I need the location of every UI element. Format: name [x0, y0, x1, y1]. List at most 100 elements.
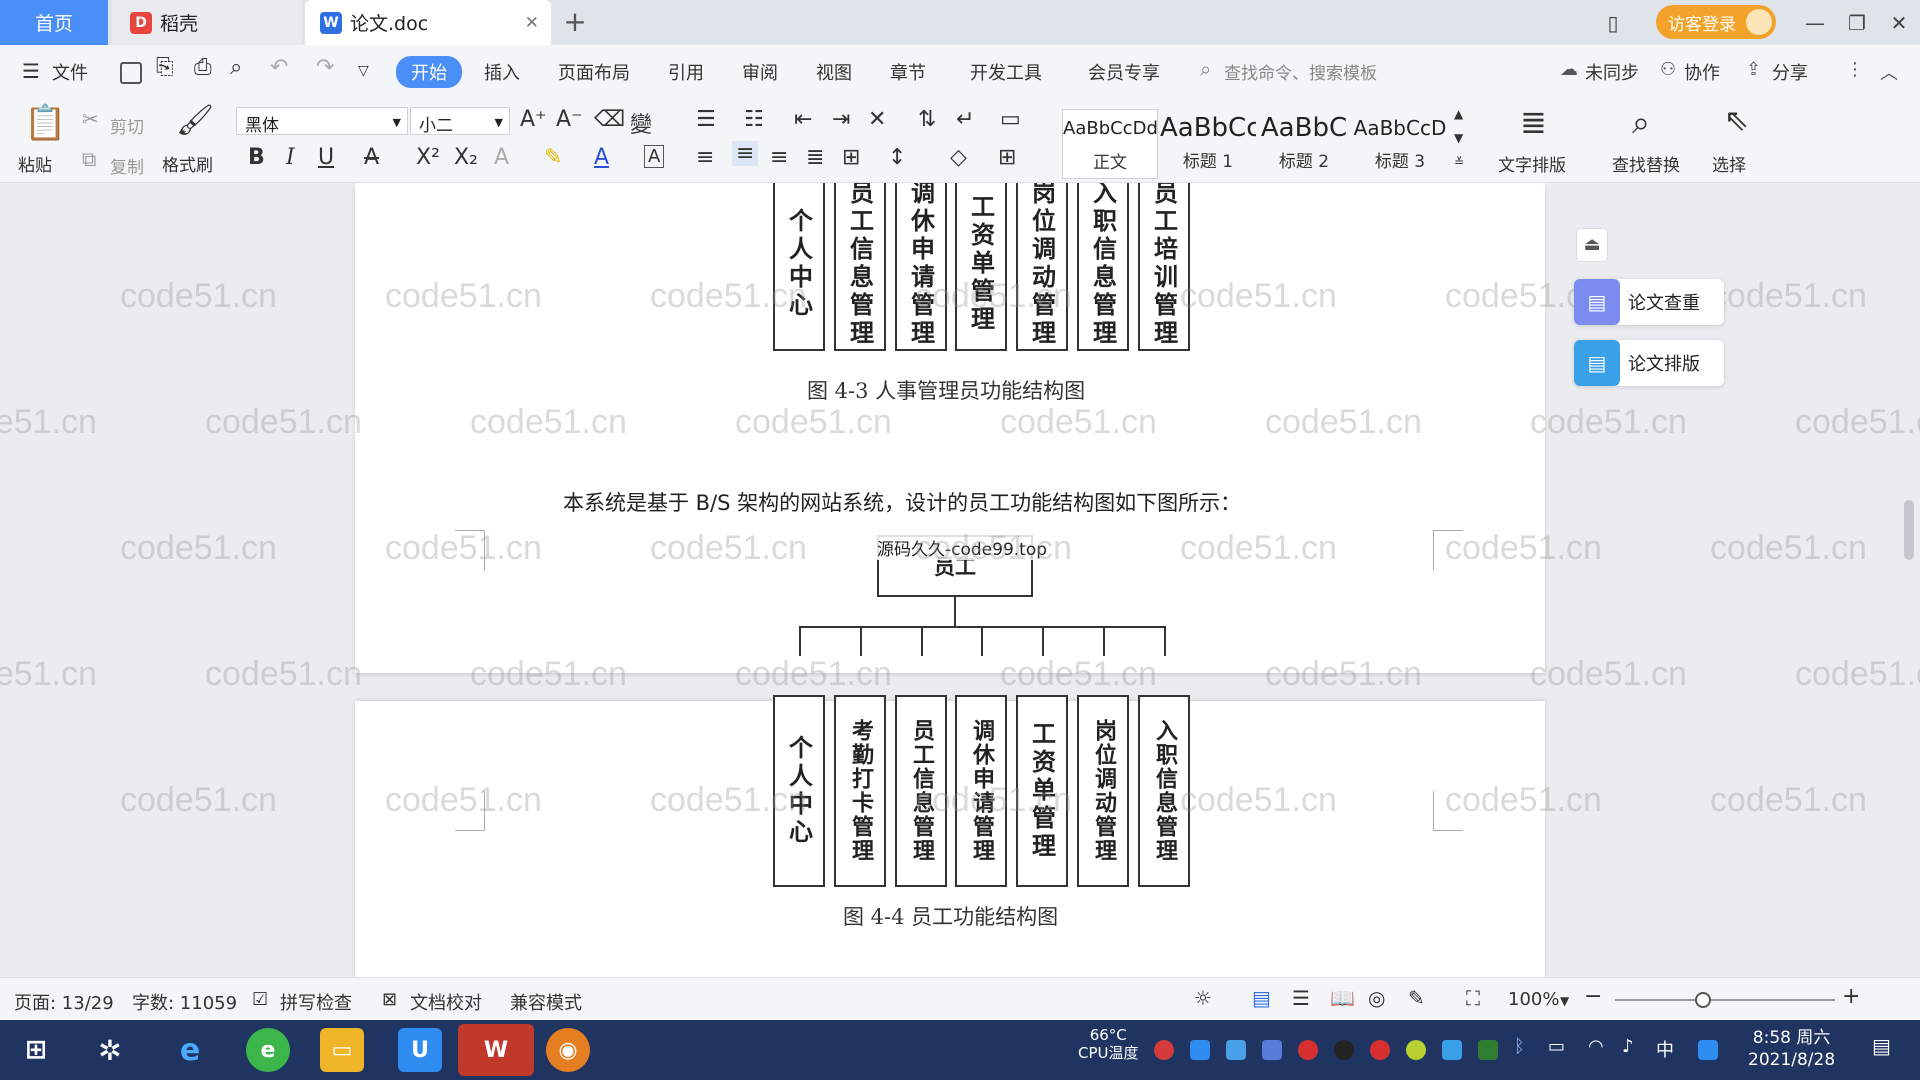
- style-heading-1[interactable]: AaBbCc 标题 1: [1160, 109, 1256, 179]
- visitor-login-button[interactable]: 访客登录: [1656, 5, 1776, 39]
- document-page[interactable]: 个人中心 考勤打卡管理 员工信息管理 调休申请管理 工资单管理 岗位调动管理 入…: [355, 695, 1545, 977]
- wps-office-icon[interactable]: W: [458, 1024, 534, 1076]
- collapse-ribbon-icon[interactable]: ︿: [1880, 59, 1898, 85]
- command-search-input[interactable]: 查找命令、搜索模板: [1224, 59, 1377, 84]
- menu-developer[interactable]: 开发工具: [970, 59, 1042, 85]
- zoom-in-icon[interactable]: +: [1842, 984, 1860, 1009]
- shield-icon[interactable]: [1262, 1040, 1282, 1060]
- menu-file[interactable]: 文件: [52, 59, 88, 85]
- zoom-level[interactable]: 100%: [1508, 989, 1559, 1010]
- menu-references[interactable]: 引用: [668, 59, 704, 85]
- vertical-scrollbar[interactable]: [1900, 183, 1918, 977]
- borders-icon[interactable]: ⊞: [998, 145, 1016, 170]
- ie-browser-icon[interactable]: e: [168, 1028, 212, 1072]
- menu-review[interactable]: 审阅: [742, 59, 778, 85]
- page-indicator[interactable]: 页面: 13/29: [14, 989, 114, 1015]
- spell-check-button[interactable]: 拼写检查: [280, 989, 352, 1015]
- sort-icon[interactable]: ⇅: [918, 107, 936, 132]
- justify-icon[interactable]: ≣: [806, 145, 824, 170]
- increase-font-icon[interactable]: A⁺: [520, 107, 547, 132]
- more-icon[interactable]: ⋮: [1846, 59, 1864, 80]
- zoom-slider[interactable]: [1615, 999, 1835, 1001]
- highlight-icon[interactable]: ✎: [544, 145, 562, 170]
- wifi-icon[interactable]: ◠: [1588, 1036, 1608, 1057]
- menu-member[interactable]: 会员专享: [1088, 59, 1160, 85]
- paper-check-button[interactable]: ▤ 论文查重: [1574, 279, 1724, 325]
- scrollbar-thumb[interactable]: [1904, 500, 1914, 560]
- pinwheel-app-icon[interactable]: ✲: [88, 1028, 132, 1072]
- zoom-slider-knob[interactable]: [1695, 992, 1711, 1008]
- tray-app-icon[interactable]: [1334, 1040, 1354, 1060]
- phonetic-icon[interactable]: 變: [630, 107, 652, 139]
- minimize-icon[interactable]: —: [1800, 8, 1830, 38]
- close-window-icon[interactable]: ✕: [1884, 8, 1914, 38]
- menu-start[interactable]: 开始: [396, 56, 462, 88]
- select-button[interactable]: 选择: [1712, 151, 1746, 176]
- new-tab-button[interactable]: +: [558, 5, 592, 39]
- line-spacing-icon[interactable]: ↕: [888, 145, 906, 170]
- styles-scroll-down-icon[interactable]: ▼: [1454, 131, 1463, 145]
- cut-button[interactable]: 剪切: [110, 113, 144, 138]
- distribute-icon[interactable]: ⊞: [842, 145, 860, 170]
- paper-layout-button[interactable]: ▤ 论文排版: [1574, 340, 1724, 386]
- file-explorer-icon[interactable]: ▭: [320, 1028, 364, 1072]
- find-replace-button[interactable]: 查找替换: [1612, 151, 1680, 176]
- document-page[interactable]: 个人中心 员工信息管理 调休申请管理 工资单管理 岗位调动管理 入职信息管理 员…: [355, 183, 1545, 673]
- tab-close-icon[interactable]: ✕: [525, 13, 539, 33]
- underline-icon[interactable]: U: [318, 145, 334, 170]
- format-painter-button[interactable]: 格式刷: [162, 151, 213, 176]
- align-right-icon[interactable]: ≡: [770, 145, 788, 170]
- system-clock[interactable]: 8:58 周六 2021/8/28: [1748, 1027, 1835, 1071]
- volume-icon[interactable]: ♪: [1622, 1036, 1642, 1057]
- format-painter-icon[interactable]: 🖌: [176, 103, 214, 138]
- increase-indent-icon[interactable]: ⇥: [832, 107, 850, 132]
- ime-indicator[interactable]: 中: [1656, 1036, 1676, 1061]
- qq-icon[interactable]: [1698, 1040, 1718, 1060]
- font-color-icon[interactable]: A: [594, 145, 609, 170]
- align-left-icon[interactable]: ≡: [696, 145, 714, 170]
- tray-app-icon[interactable]: [1190, 1040, 1210, 1060]
- write-view-icon[interactable]: ✎: [1408, 986, 1425, 1010]
- bold-icon[interactable]: B: [248, 145, 265, 170]
- windows-start-icon[interactable]: ⊞: [14, 1028, 58, 1072]
- bullet-list-icon[interactable]: ☰: [696, 107, 716, 132]
- find-replace-icon[interactable]: ⌕: [1632, 103, 1650, 142]
- battery-icon[interactable]: ▭: [1548, 1036, 1568, 1057]
- font-size-select[interactable]: 小二 ▼: [410, 107, 510, 136]
- save-icon[interactable]: [120, 62, 142, 84]
- superscript-icon[interactable]: X²: [416, 145, 440, 170]
- collab-button[interactable]: 协作: [1684, 59, 1720, 85]
- proofread-button[interactable]: 文档校对: [410, 989, 482, 1015]
- layout-toggle-icon[interactable]: ▯: [1598, 8, 1628, 38]
- outline-view-icon[interactable]: ☰: [1292, 986, 1310, 1010]
- char-border-icon[interactable]: A: [644, 145, 665, 168]
- customize-toolbar-icon[interactable]: ▽: [358, 63, 369, 79]
- copy-button[interactable]: 复制: [110, 153, 144, 178]
- menu-page-layout[interactable]: 页面布局: [558, 59, 630, 85]
- page-view-icon[interactable]: ▤: [1252, 986, 1271, 1010]
- word-count[interactable]: 字数: 11059: [132, 989, 237, 1015]
- document-area[interactable]: 个人中心 员工信息管理 调休申请管理 工资单管理 岗位调动管理 入职信息管理 员…: [0, 183, 1920, 977]
- tray-app-icon[interactable]: [1406, 1040, 1426, 1060]
- clear-format-icon[interactable]: ⌫: [594, 107, 625, 132]
- subscript-icon[interactable]: X₂: [454, 145, 478, 170]
- zoom-out-icon[interactable]: −: [1584, 984, 1602, 1009]
- tray-app-icon[interactable]: [1298, 1040, 1318, 1060]
- strikethrough-icon[interactable]: A: [364, 145, 379, 170]
- text-effect-icon[interactable]: A: [494, 145, 509, 170]
- sync-status-button[interactable]: 未同步: [1585, 59, 1639, 85]
- tab-home[interactable]: 首页: [0, 0, 108, 45]
- eye-protect-icon[interactable]: ☼: [1194, 986, 1212, 1010]
- select-cursor-icon[interactable]: ⇖: [1724, 103, 1749, 138]
- style-heading-3[interactable]: AaBbCcD 标题 3: [1352, 109, 1448, 179]
- menu-view[interactable]: 视图: [816, 59, 852, 85]
- app-u-icon[interactable]: U: [398, 1028, 442, 1072]
- notification-icon[interactable]: ▤: [1872, 1034, 1892, 1058]
- chevron-down-icon[interactable]: ▼: [1560, 994, 1569, 1008]
- redo-icon[interactable]: ↷: [316, 55, 334, 80]
- style-normal[interactable]: AaBbCcDd 正文: [1062, 109, 1158, 179]
- numbered-list-icon[interactable]: ☷: [744, 107, 764, 132]
- panel-collapse-icon[interactable]: ⏏: [1576, 228, 1608, 262]
- menu-insert[interactable]: 插入: [484, 59, 520, 85]
- tab-document[interactable]: W 论文.doc ✕: [305, 0, 551, 45]
